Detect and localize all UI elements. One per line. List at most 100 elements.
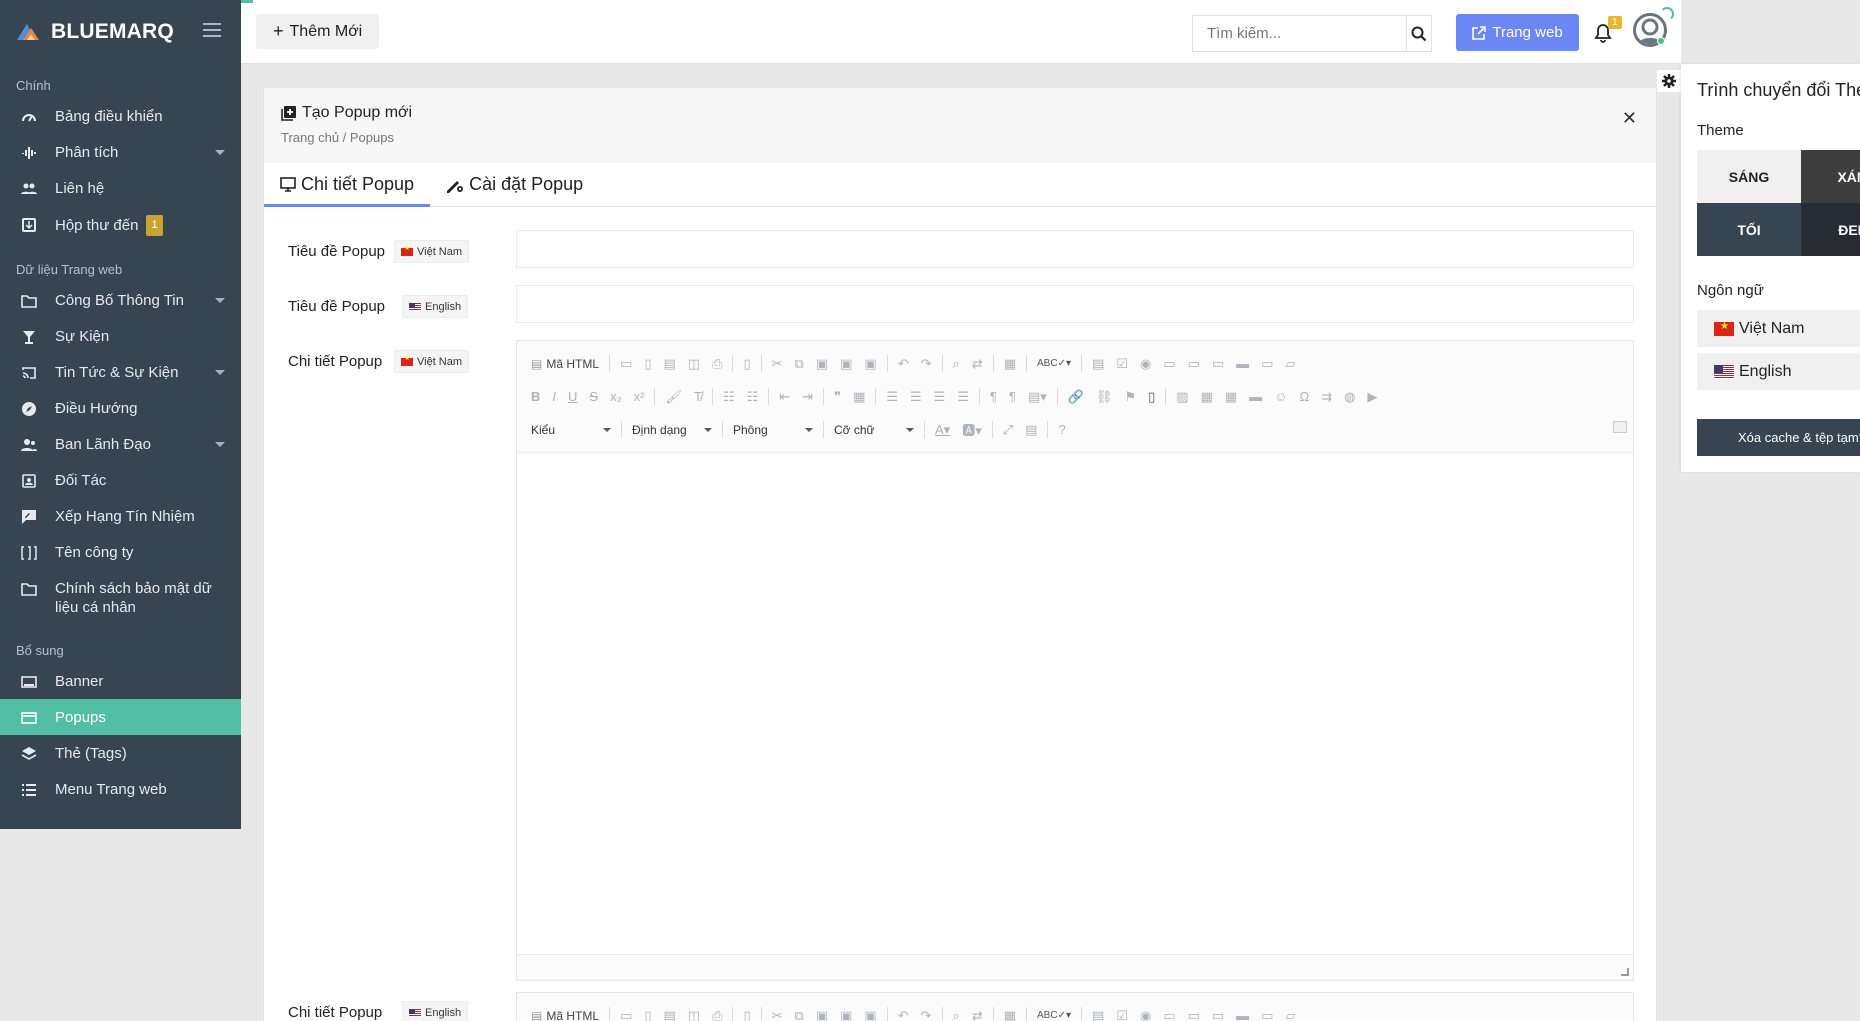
button-icon[interactable]: ▬ — [1236, 356, 1249, 371]
preview-icon[interactable]: ◫ — [688, 356, 700, 372]
new-page-icon[interactable]: ▯ — [644, 1008, 651, 1021]
clear-cache-button[interactable]: Xóa cache & tệp tạm? — [1697, 419, 1860, 456]
redo-icon[interactable]: ↷ — [921, 1008, 932, 1021]
style-select[interactable]: Kiểu — [525, 423, 617, 437]
remove-format-icon[interactable]: T̸ — [694, 389, 702, 404]
theme-black-button[interactable]: ĐEN — [1801, 203, 1860, 256]
rtl-icon[interactable]: ¶ — [1009, 389, 1016, 404]
radio-icon[interactable]: ◉ — [1140, 356, 1151, 372]
subscript-icon[interactable]: x₂ — [610, 389, 622, 404]
paste-word-icon[interactable]: ▣ — [864, 1008, 876, 1021]
form-icon[interactable]: ▤ — [1092, 1008, 1104, 1021]
format-select[interactable]: Định dạng — [626, 423, 718, 437]
preview-icon[interactable]: ◫ — [688, 1008, 700, 1021]
popup-title-vi-input[interactable] — [516, 230, 1634, 268]
checkbox-icon[interactable]: ☑ — [1116, 1008, 1128, 1021]
pdf-icon[interactable]: ▤ — [663, 1008, 675, 1021]
superscript-icon[interactable]: x² — [634, 389, 645, 404]
image-icon[interactable]: ▨ — [1176, 389, 1188, 405]
select-icon[interactable]: ▭ — [1212, 356, 1224, 372]
paste-icon[interactable]: ▣ — [816, 356, 828, 372]
doc-icon[interactable]: ▯ — [1148, 389, 1155, 405]
pdf-icon[interactable]: ▤ — [663, 356, 675, 372]
paste-word-icon[interactable]: ▣ — [864, 356, 876, 372]
settings-toggle-button[interactable] — [1657, 70, 1681, 92]
popup-title-en-input[interactable] — [516, 285, 1634, 323]
unlink-icon[interactable]: ⛓ — [1096, 389, 1113, 405]
hiddenfield-icon[interactable]: ▱ — [1285, 1008, 1295, 1021]
italic-icon[interactable]: I — [552, 389, 556, 404]
tab-popup-details[interactable]: Chi tiết Popup — [264, 162, 431, 207]
toolbar-collapse-icon[interactable] — [1613, 421, 1627, 433]
outdent-icon[interactable]: ⇤ — [779, 389, 790, 405]
undo-icon[interactable]: ↶ — [898, 1008, 909, 1021]
sidebar-item-news-events[interactable]: Tin Tức & Sự Kiện — [0, 354, 241, 390]
sidebar-item-company-name[interactable]: Tên công ty — [0, 534, 241, 570]
link-icon[interactable]: 🔗 — [1068, 389, 1084, 405]
save-icon[interactable]: ▭ — [620, 1008, 632, 1021]
theme-gray-button[interactable]: XÁM — [1801, 150, 1860, 203]
textarea-icon[interactable]: ▭ — [1188, 1008, 1200, 1021]
find-icon[interactable]: ⌕ — [953, 1008, 960, 1021]
radio-icon[interactable]: ◉ — [1140, 1008, 1151, 1021]
table-icon[interactable]: ▦ — [1225, 389, 1237, 405]
replace-icon[interactable]: ⇄ — [972, 356, 983, 372]
maximize-icon[interactable]: ⤢ — [1003, 422, 1013, 438]
select-icon[interactable]: ▭ — [1212, 1008, 1224, 1021]
search-button[interactable] — [1406, 16, 1431, 51]
checkbox-icon[interactable]: ☑ — [1116, 356, 1128, 372]
sidebar-item-tags[interactable]: Thẻ (Tags) — [0, 735, 241, 771]
textarea-icon[interactable]: ▭ — [1188, 356, 1200, 372]
source-button[interactable]: ▤ Mã HTML — [531, 357, 599, 371]
div-icon[interactable]: ▦ — [853, 389, 865, 405]
sidebar-item-banner[interactable]: Banner — [0, 663, 241, 699]
theme-dark-button[interactable]: TỐI — [1697, 203, 1801, 256]
sidebar-item-inbox[interactable]: Hộp thư đến 1 — [0, 206, 241, 244]
font-select[interactable]: Phông — [727, 423, 819, 437]
breadcrumb[interactable]: Trang chủ / Popups — [281, 130, 394, 145]
sidebar-item-popups[interactable]: Popups — [0, 699, 241, 735]
print-icon[interactable]: ⎙ — [712, 356, 722, 372]
imagebutton-icon[interactable]: ▭ — [1261, 1008, 1273, 1021]
align-justify-icon[interactable]: ☰ — [957, 389, 969, 405]
sidebar-item-credit-rating[interactable]: Xếp Hạng Tín Nhiệm — [0, 498, 241, 534]
strike-icon[interactable]: S — [589, 389, 598, 404]
size-select[interactable]: Cỡ chữ — [828, 423, 920, 437]
button-icon[interactable]: ▬ — [1236, 1008, 1249, 1021]
copy-icon[interactable]: ⧉ — [795, 1008, 804, 1021]
new-page-icon[interactable]: ▯ — [644, 356, 651, 372]
bg-color-icon[interactable]: 🅰▾ — [962, 420, 982, 439]
select-all-icon[interactable]: ▦ — [1004, 1008, 1016, 1021]
templates-icon[interactable]: ▯ — [743, 356, 750, 372]
find-icon[interactable]: ⌕ — [953, 356, 960, 372]
website-button[interactable]: Trang web — [1456, 14, 1579, 51]
help-icon[interactable]: ? — [1058, 422, 1065, 437]
paste-text-icon[interactable]: ▣ — [840, 1008, 852, 1021]
special-char-icon[interactable]: Ω — [1299, 389, 1309, 404]
flash-icon[interactable]: ▦ — [1201, 389, 1213, 405]
bold-icon[interactable]: B — [531, 389, 540, 404]
indent-icon[interactable]: ⇥ — [802, 389, 813, 405]
align-right-icon[interactable]: ☰ — [934, 389, 946, 405]
show-blocks-icon[interactable]: ▤ — [1025, 422, 1037, 438]
sidebar-item-dashboard[interactable]: Bảng điều khiển — [0, 98, 241, 134]
ltr-icon[interactable]: ¶ — [990, 389, 997, 404]
youtube-icon[interactable]: ▶ — [1367, 389, 1377, 405]
source-button[interactable]: ▤ Mã HTML — [531, 1009, 599, 1021]
sidebar-item-analytics[interactable]: Phân tích — [0, 134, 241, 170]
text-color-icon[interactable]: A▾ — [935, 422, 950, 438]
smiley-icon[interactable]: ☺ — [1274, 389, 1287, 404]
resize-handle-icon[interactable] — [1621, 968, 1629, 976]
copy-icon[interactable]: ⧉ — [795, 356, 804, 372]
spellcheck-icon[interactable]: ABC✓▾ — [1037, 1010, 1071, 1021]
undo-icon[interactable]: ↶ — [898, 356, 909, 372]
templates-icon[interactable]: ▯ — [743, 1008, 750, 1021]
sidebar-item-disclosure[interactable]: Công Bố Thông Tin — [0, 282, 241, 318]
numbered-list-icon[interactable]: ☷ — [723, 389, 735, 405]
sidebar-item-events[interactable]: Sự Kiện — [0, 318, 241, 354]
underline-icon[interactable]: U — [568, 389, 577, 404]
hiddenfield-icon[interactable]: ▱ — [1285, 356, 1295, 372]
anchor-icon[interactable]: ⚑ — [1124, 389, 1136, 405]
horizontal-rule-icon[interactable]: ▬ — [1249, 389, 1262, 404]
sidebar-item-website-menu[interactable]: Menu Trang web — [0, 771, 241, 807]
